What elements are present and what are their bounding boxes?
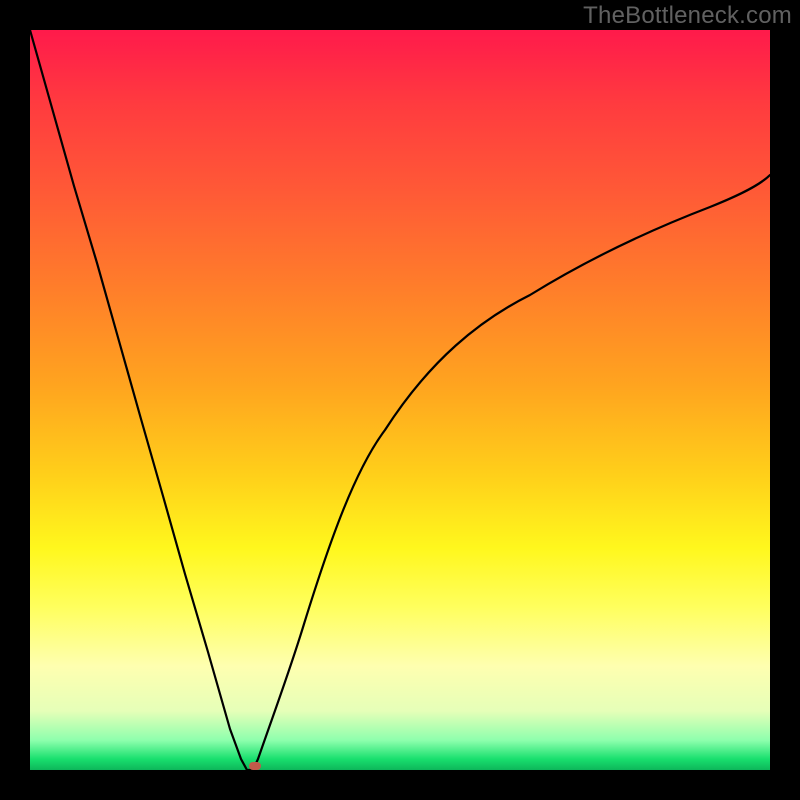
bottleneck-curve	[30, 30, 770, 770]
optimum-marker	[249, 762, 261, 770]
curve-svg	[30, 30, 770, 770]
chart-root: TheBottleneck.com	[0, 0, 800, 800]
watermark-text: TheBottleneck.com	[583, 2, 792, 30]
plot-area	[30, 30, 770, 770]
